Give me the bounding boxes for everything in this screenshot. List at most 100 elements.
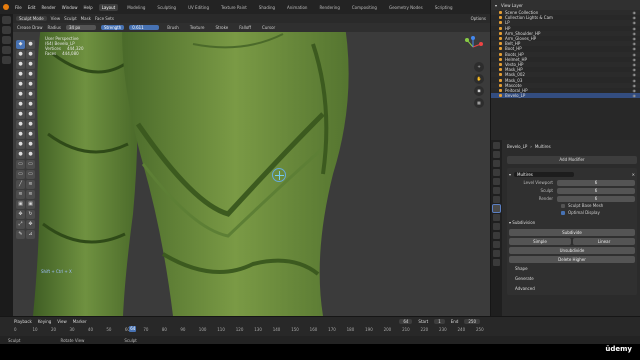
optimal-display-checkbox[interactable]: Optimal Display [561, 209, 635, 216]
mask-by-color-icon[interactable]: ▣ [26, 200, 35, 209]
sculpt-level-field[interactable]: 6 [557, 187, 635, 194]
object-tab-icon[interactable] [493, 196, 500, 203]
strength-slider[interactable]: 0.611 [129, 25, 160, 30]
move-icon[interactable]: ✥ [16, 210, 25, 219]
workspace-tab-rendering[interactable]: Rendering [316, 4, 342, 11]
menu-help[interactable]: Help [83, 5, 92, 10]
rotate-brush-icon[interactable]: ● [26, 120, 35, 129]
strip-tool-icon[interactable] [2, 56, 11, 64]
checkbox-icon[interactable] [561, 210, 565, 215]
add-modifier-button[interactable]: Add Modifier [507, 156, 637, 164]
render-tab-icon[interactable] [493, 151, 500, 158]
material-tab-icon[interactable] [493, 250, 500, 257]
workspace-tab-shading[interactable]: Shading [256, 4, 278, 11]
playhead[interactable]: 64 [129, 326, 137, 332]
viewport-menu-sculpt[interactable]: Sculpt [64, 16, 77, 21]
workspace-tab-scripting[interactable]: Scripting [432, 4, 456, 11]
grab-brush-icon[interactable]: ● [16, 100, 25, 109]
camera-icon[interactable]: ◼ [474, 86, 484, 96]
pinch-brush-icon[interactable]: ● [26, 90, 35, 99]
pan-hand-icon[interactable]: ✋ [474, 74, 484, 84]
radius-slider[interactable]: 34 px [65, 25, 96, 30]
viewport-menu-view[interactable]: View [51, 16, 61, 21]
generate-subpanel[interactable]: Generate [509, 275, 635, 283]
end-frame-field[interactable]: 250 [464, 318, 480, 324]
clay-brush-icon[interactable]: ● [16, 50, 25, 59]
simplify-brush-icon[interactable]: ● [26, 140, 35, 149]
workspace-tab-texture-paint[interactable]: Texture Paint [218, 4, 250, 11]
draw-brush-icon[interactable]: ● [26, 40, 35, 49]
box-face-set-icon[interactable]: ▭ [16, 170, 25, 179]
thumb-brush-icon[interactable]: ● [16, 110, 25, 119]
timeline-ruler[interactable]: 0 10 20 30 40 50 60 70 80 90 100 110 120 130 140 150 160… [0, 326, 490, 336]
visibility-eye-icon[interactable]: ◉ [633, 93, 637, 98]
strip-tool-icon[interactable] [2, 46, 11, 54]
viewport-menu-mask[interactable]: Mask [81, 16, 91, 21]
box-mask-icon[interactable]: ▭ [16, 160, 25, 169]
workspace-tab-compositing[interactable]: Compositing [349, 4, 380, 11]
render-level-field[interactable]: 6 [557, 195, 635, 202]
inflate-brush-icon[interactable]: ● [26, 60, 35, 69]
tool-menu-stroke[interactable]: Stroke [212, 25, 231, 30]
grid-icon[interactable]: ▦ [474, 98, 484, 108]
tool-menu-falloff[interactable]: Falloff [236, 25, 254, 30]
edit-face-set-icon[interactable]: ▣ [16, 200, 25, 209]
start-frame-field[interactable]: 1 [434, 318, 445, 324]
layer-brush-icon[interactable]: ● [16, 60, 25, 69]
collapse-chevron-icon[interactable]: ▾ [509, 172, 511, 177]
tool-menu-brush[interactable]: Brush [164, 25, 182, 30]
measure-icon[interactable]: ⊿ [26, 230, 35, 239]
clay-strips-brush-icon[interactable]: ● [26, 50, 35, 59]
navigation-gizmo-icon[interactable] [462, 36, 484, 58]
scale-icon[interactable]: ⤢ [16, 220, 25, 229]
strip-tool-icon[interactable] [2, 16, 11, 24]
box-hide-icon[interactable]: ▭ [26, 160, 35, 169]
outliner-row[interactable]: Bevelo_LP ◉ [491, 93, 640, 99]
filter-icon[interactable]: ▾ [495, 3, 497, 8]
boundary-brush-icon[interactable]: ● [26, 130, 35, 139]
delete-higher-button[interactable]: Delete Higher [509, 256, 635, 263]
unsubdivide-button[interactable]: Unsubdivide [509, 247, 635, 254]
checkbox-icon[interactable] [561, 203, 565, 208]
transform-icon[interactable]: ✥ [26, 220, 35, 229]
nudge-brush-icon[interactable]: ● [16, 120, 25, 129]
output-tab-icon[interactable] [493, 160, 500, 167]
fill-brush-icon[interactable]: ● [26, 80, 35, 89]
workspace-tab-uv-editing[interactable]: UV Editing [185, 4, 212, 11]
zoom-icon[interactable]: + [474, 62, 484, 72]
cloth-brush-icon[interactable]: ● [16, 140, 25, 149]
pose-brush-icon[interactable]: ● [26, 110, 35, 119]
strip-tool-icon[interactable] [2, 26, 11, 34]
scrape-brush-icon[interactable]: ● [16, 90, 25, 99]
menu-window[interactable]: Window [62, 5, 78, 10]
line-project-icon[interactable]: ╱ [16, 180, 25, 189]
particles-tab-icon[interactable] [493, 214, 500, 221]
shape-subpanel[interactable]: Shape [509, 265, 635, 273]
3d-viewport[interactable]: Sculpt Mode View Sculpt Mask Face Sets O… [13, 14, 490, 316]
advanced-subpanel[interactable]: Advanced [509, 285, 635, 293]
timeline-menu-playback[interactable]: Playback [14, 319, 32, 324]
workspace-tab-sculpting[interactable]: Sculpting [154, 4, 179, 11]
brush-name[interactable]: Crease Draw [17, 25, 43, 30]
cloth-filter-icon[interactable]: ≋ [16, 190, 25, 199]
simple-button[interactable]: Simple [509, 238, 571, 245]
subdivide-button[interactable]: Subdivide [509, 229, 635, 236]
workspace-tab-animation[interactable]: Animation [284, 4, 310, 11]
mesh-filter-icon[interactable]: ≋ [26, 180, 35, 189]
menu-edit[interactable]: Edit [28, 5, 36, 10]
crease-brush-icon[interactable]: ◆ [16, 40, 25, 49]
tool-tab-icon[interactable] [493, 142, 500, 149]
viewport-menu-face-sets[interactable]: Face Sets [95, 16, 114, 21]
snake-hook-brush-icon[interactable]: ● [26, 100, 35, 109]
workspace-tab-layout[interactable]: Layout [98, 3, 119, 11]
menu-render[interactable]: Render [41, 5, 55, 10]
smooth-brush-icon[interactable]: ● [26, 70, 35, 79]
scene-tab-icon[interactable] [493, 178, 500, 185]
current-frame-field[interactable]: 64 [399, 318, 413, 324]
workspace-tab-geometry-nodes[interactable]: Geometry Nodes [386, 4, 426, 11]
annotate-icon[interactable]: ✎ [16, 230, 25, 239]
world-tab-icon[interactable] [493, 187, 500, 194]
mode-selector[interactable]: Sculpt Mode [16, 16, 47, 21]
timeline-menu-keying[interactable]: Keying [38, 319, 51, 324]
tool-menu-texture[interactable]: Texture [187, 25, 208, 30]
